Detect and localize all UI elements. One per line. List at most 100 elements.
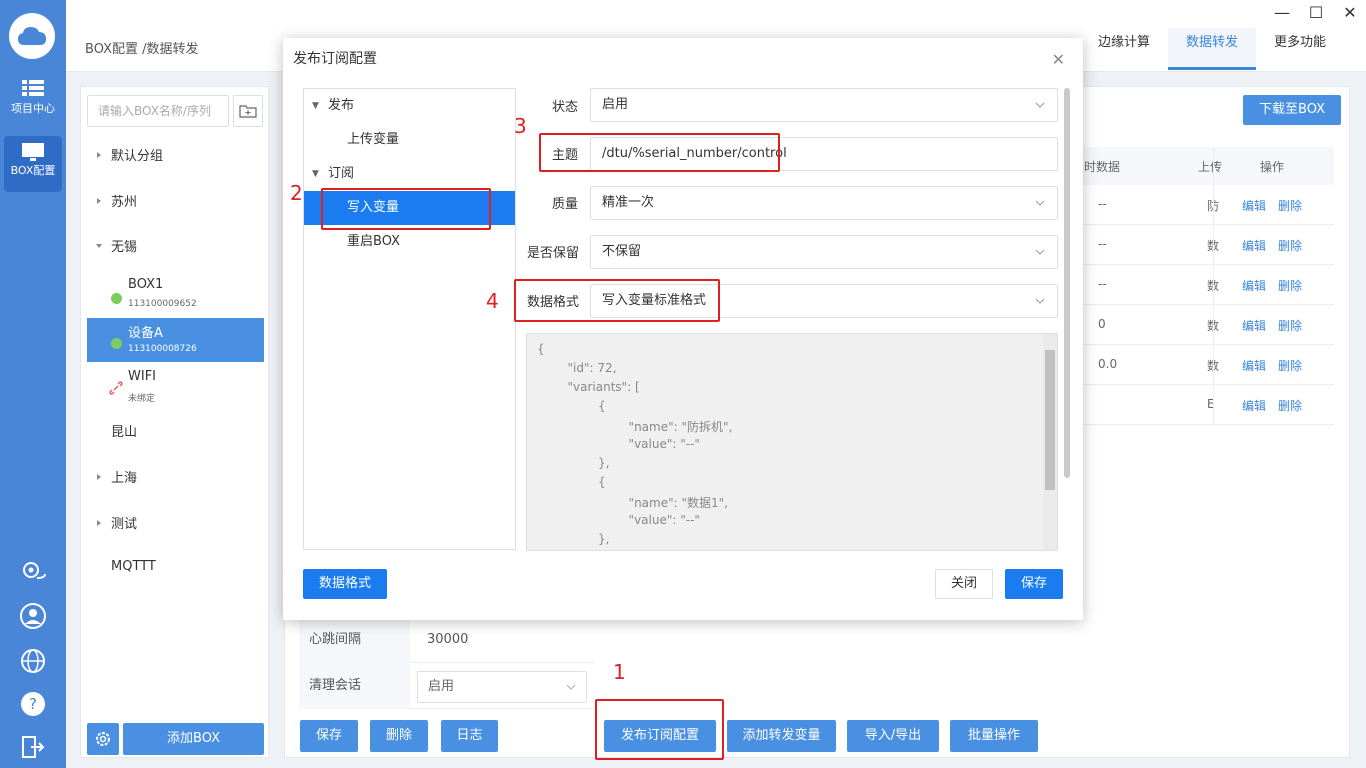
json-scrollbar-thumb[interactable] bbox=[1045, 350, 1055, 490]
tree-node-upload-variable[interactable]: 上传变量 bbox=[304, 123, 515, 157]
json-scrollbar[interactable] bbox=[1043, 334, 1057, 550]
save-button[interactable]: 保存 bbox=[300, 720, 358, 752]
status-select[interactable]: 启用 bbox=[590, 88, 1058, 122]
column-divider bbox=[1213, 147, 1214, 425]
rail-item-box-config[interactable]: BOX配置 bbox=[4, 136, 62, 192]
chevron-right-icon bbox=[97, 198, 101, 204]
heartbeat-row: 心跳间隔 30000 bbox=[299, 617, 595, 663]
chevron-right-icon bbox=[97, 474, 101, 480]
delete-link[interactable]: 删除 bbox=[1278, 197, 1302, 214]
tree-group-label: 昆山 bbox=[111, 425, 138, 440]
minimize-icon[interactable]: — bbox=[1272, 4, 1292, 22]
qos-value: 精准一次 bbox=[602, 195, 655, 210]
tree-group-label: MQTTT bbox=[111, 559, 156, 574]
json-preview[interactable]: { "id": 72, "variants": [ { "name": "防拆机… bbox=[526, 333, 1058, 551]
add-forward-variable-button[interactable]: 添加转发变量 bbox=[727, 720, 836, 752]
user-icon[interactable] bbox=[19, 602, 47, 630]
device-box1[interactable]: BOX1 113100009652 bbox=[87, 273, 264, 317]
help-icon[interactable]: ? bbox=[19, 690, 47, 718]
tree-group-label: 测试 bbox=[111, 517, 138, 532]
cell-realtime: -- bbox=[1098, 197, 1107, 211]
dialog-scrollbar[interactable] bbox=[1064, 88, 1070, 478]
annotation-box-1 bbox=[595, 699, 724, 760]
annotation-box-3 bbox=[539, 133, 780, 172]
annotation-number: 3 bbox=[514, 114, 527, 138]
logout-icon[interactable] bbox=[19, 733, 47, 761]
annotation-box-4 bbox=[514, 279, 720, 322]
device-a[interactable]: 设备A 113100008726 bbox=[87, 318, 264, 362]
retain-select[interactable]: 不保留 bbox=[590, 235, 1058, 269]
delete-link[interactable]: 删除 bbox=[1278, 317, 1302, 334]
data-format-button[interactable]: 数据格式 bbox=[303, 569, 387, 599]
json-line: "variants": [ bbox=[537, 380, 640, 394]
delete-button[interactable]: 删除 bbox=[370, 720, 428, 752]
top-tabs: 边缘计算 数据转发 更多功能 bbox=[1080, 28, 1344, 70]
import-export-button[interactable]: 导入/导出 bbox=[847, 720, 939, 752]
globe-icon[interactable] bbox=[19, 647, 47, 675]
box-tree-panel: 请输入BOX名称/序列 默认分组 苏州 无锡 BOX1 113100009652… bbox=[80, 86, 269, 758]
edit-link[interactable]: 编辑 bbox=[1242, 277, 1266, 294]
chevron-down-icon bbox=[1035, 249, 1045, 255]
monitor-icon bbox=[4, 136, 62, 162]
json-line: "value": "--" bbox=[537, 437, 700, 451]
device-wifi[interactable]: WIFI 未绑定 bbox=[87, 365, 264, 409]
device-name: 设备A bbox=[128, 326, 163, 341]
tree-group-label: 默认分组 bbox=[111, 149, 164, 164]
maximize-icon[interactable]: ☐ bbox=[1306, 4, 1326, 22]
delete-link[interactable]: 删除 bbox=[1278, 237, 1302, 254]
online-status-dot bbox=[111, 293, 122, 304]
tree-settings-button[interactable] bbox=[87, 723, 119, 755]
add-folder-button[interactable] bbox=[233, 95, 263, 127]
rail-item-project-center[interactable]: 项目中心 bbox=[4, 74, 62, 130]
json-line: "name": "数据1", bbox=[537, 496, 728, 510]
close-button[interactable]: 关闭 bbox=[935, 569, 993, 599]
tab-edge-computing[interactable]: 边缘计算 bbox=[1080, 28, 1168, 70]
download-to-box-button[interactable]: 下载至BOX bbox=[1243, 95, 1341, 125]
clean-session-select[interactable]: 启用 bbox=[417, 671, 587, 703]
tab-more-functions[interactable]: 更多功能 bbox=[1256, 28, 1344, 70]
table-header: 实时数据 上传 操作 bbox=[1060, 147, 1334, 185]
json-line: "name": "防拆机", bbox=[537, 420, 733, 434]
chevron-down-icon bbox=[1035, 298, 1045, 304]
delete-link[interactable]: 删除 bbox=[1278, 397, 1302, 414]
clean-session-value: 启用 bbox=[428, 679, 455, 694]
retain-value: 不保留 bbox=[602, 244, 642, 259]
qos-select[interactable]: 精准一次 bbox=[590, 186, 1058, 220]
tree-node-restart-box[interactable]: 重启BOX bbox=[304, 225, 515, 259]
delete-link[interactable]: 删除 bbox=[1278, 277, 1302, 294]
json-line: { bbox=[537, 475, 606, 489]
edit-link[interactable]: 编辑 bbox=[1242, 197, 1266, 214]
annotation-number: 4 bbox=[486, 289, 499, 313]
chevron-down-icon bbox=[1035, 102, 1045, 108]
tree-node-label: 重启BOX bbox=[347, 234, 400, 249]
batch-operation-button[interactable]: 批量操作 bbox=[950, 720, 1038, 752]
tree-node-subscribe[interactable]: ▼ 订阅 bbox=[304, 157, 515, 191]
tree-node-publish[interactable]: ▼ 发布 bbox=[304, 89, 515, 123]
delete-link[interactable]: 删除 bbox=[1278, 357, 1302, 374]
edit-link[interactable]: 编辑 bbox=[1242, 397, 1266, 414]
heartbeat-value[interactable]: 30000 bbox=[427, 632, 468, 647]
json-line: }, bbox=[537, 532, 610, 546]
settings-cloud-icon[interactable] bbox=[19, 556, 47, 584]
device-serial: 113100009652 bbox=[128, 299, 197, 309]
log-button[interactable]: 日志 bbox=[441, 720, 498, 752]
close-icon[interactable]: ✕ bbox=[1052, 50, 1065, 69]
device-serial: 未绑定 bbox=[128, 394, 156, 404]
dialog-save-button[interactable]: 保存 bbox=[1005, 569, 1063, 599]
table-row: 0.0 数 编辑 删除 bbox=[1060, 345, 1334, 385]
status-value: 启用 bbox=[602, 97, 629, 112]
tab-data-forwarding[interactable]: 数据转发 bbox=[1167, 28, 1256, 70]
nav-rail: 项目中心 BOX配置 ? bbox=[0, 0, 66, 768]
window-close-icon[interactable]: ✕ bbox=[1340, 4, 1360, 22]
dialog-title: 发布订阅配置 bbox=[293, 51, 377, 67]
chevron-down-icon: ▼ bbox=[312, 169, 319, 179]
edit-link[interactable]: 编辑 bbox=[1242, 317, 1266, 334]
box-search-input[interactable]: 请输入BOX名称/序列 bbox=[87, 95, 229, 127]
annotation-number: 2 bbox=[290, 181, 303, 205]
table-row: E 编辑 删除 bbox=[1060, 385, 1334, 425]
chevron-right-icon bbox=[97, 152, 101, 158]
edit-link[interactable]: 编辑 bbox=[1242, 357, 1266, 374]
edit-link[interactable]: 编辑 bbox=[1242, 237, 1266, 254]
add-box-button[interactable]: 添加BOX bbox=[123, 723, 264, 755]
rail-item-label: 项目中心 bbox=[11, 102, 55, 115]
